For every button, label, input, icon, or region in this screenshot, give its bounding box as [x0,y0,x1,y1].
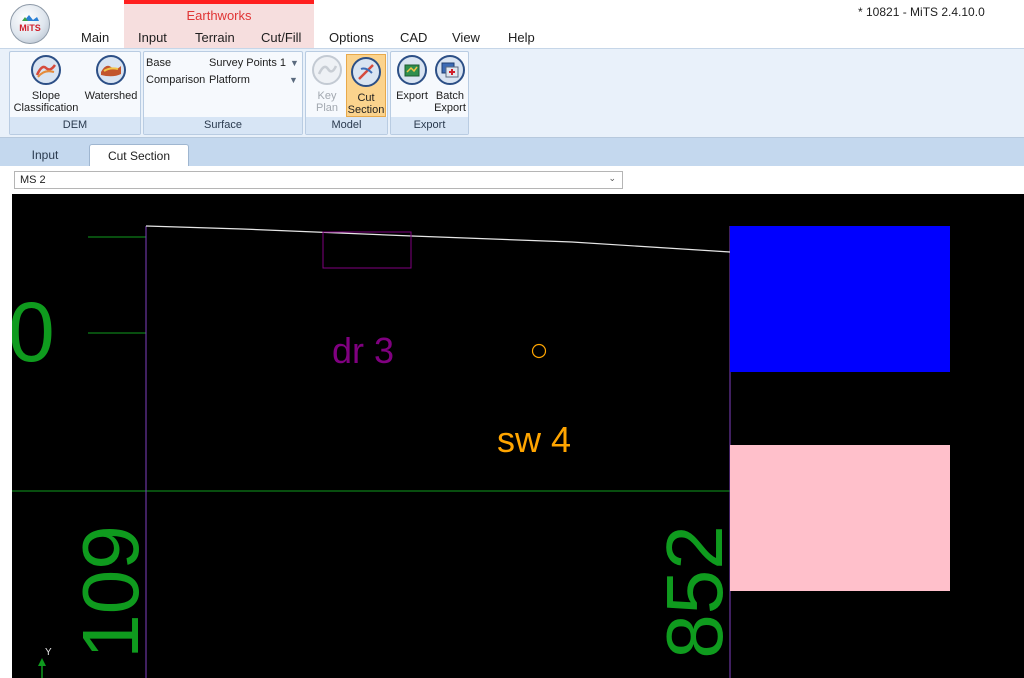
tab-options[interactable]: Options [329,30,374,45]
base-surface-dropdown[interactable]: Survey Points 1 ▼ [209,57,299,69]
logo-text: MiTS [19,23,41,33]
key-plan-line1: Key [317,90,337,102]
export-button[interactable]: Export [393,54,431,102]
batch-export-button[interactable]: Batch Export [431,54,469,114]
tab-main[interactable]: Main [81,30,109,45]
cut-section-icon [350,56,382,88]
drain-outline [322,231,412,269]
window-title: * 10821 - MiTS 2.4.10.0 [858,5,985,19]
title-bar: Earthworks MiTS Main Input Terrain Cut/F… [0,0,1024,48]
partial-elevation-label: 0 [12,285,55,379]
ribbon-group-export: Export Batch Export Export [390,51,469,135]
elevation-label-left: 109 [66,525,155,659]
key-plan-line2: Plan [315,102,339,114]
y-axis-label: Y [45,647,52,658]
export-icon [396,54,428,86]
export-label: Export [396,90,428,102]
section-canvas[interactable]: 0 dr 3 sw 4 109 852 Y [12,194,1024,678]
cut-section-line2: Section [347,104,385,116]
context-group-accent [124,0,314,4]
batch-export-icon [434,54,466,86]
slope-classification-icon [30,54,62,86]
drain-label: dr 3 [332,330,395,371]
app-menu-button[interactable]: MiTS [10,4,50,44]
slope-classification-button[interactable]: Slope Classification [11,54,81,114]
key-plan-button[interactable]: Key Plan [308,54,346,114]
export-group-label: Export [391,117,468,134]
tab-input[interactable]: Input [138,30,167,45]
pit-marker [531,343,547,359]
tab-help[interactable]: Help [508,30,535,45]
batch-export-line1: Batch [435,90,465,102]
model-group-label: Model [306,117,387,134]
key-plan-icon [311,54,343,86]
base-label: Base [146,57,172,69]
tab-cad[interactable]: CAD [400,30,427,45]
cut-section-line1: Cut [357,92,375,104]
chevron-down-icon: ▼ [290,58,299,68]
tab-cut-fill[interactable]: Cut/Fill [261,30,301,45]
doc-tab-input[interactable]: Input [12,144,78,166]
ribbon-group-surface: Base Survey Points 1 ▼ Comparison Platfor… [143,51,303,135]
dem-group-label: DEM [10,117,140,134]
section-select[interactable]: MS 2 ⌄ [14,171,623,189]
comparison-label: Comparison [146,74,206,86]
stormwater-label: sw 4 [497,419,572,460]
document-tab-strip: Input Cut Section [0,138,1024,166]
surface-group-label: Surface [144,117,302,134]
cut-section-button[interactable]: Cut Section [346,54,386,117]
batch-export-line2: Export [434,102,466,114]
comparison-surface-value: Platform [209,74,250,86]
slope-label-line2: Classification [13,102,79,114]
terrain-profile-line [145,225,731,253]
chevron-down-icon[interactable]: ▼ [289,74,298,86]
blue-legend-block [730,226,950,372]
ribbon: Slope Classification Watershed DEM Base … [0,48,1024,138]
context-group-label: Earthworks [186,8,252,23]
ribbon-group-model: Key Plan Cut Section Model [305,51,388,135]
elevation-label-right: 852 [650,525,739,659]
section-select-value: MS 2 [20,174,46,186]
watershed-label: Watershed [84,90,138,102]
section-toolbar: MS 2 ⌄ [0,166,1024,194]
slope-label-line1: Slope [31,90,61,102]
tab-terrain[interactable]: Terrain [195,30,235,45]
chevron-down-icon: ⌄ [608,173,616,183]
doc-tab-cut-section[interactable]: Cut Section [89,144,189,166]
y-axis-arrowhead [38,658,46,666]
watershed-button[interactable]: Watershed [82,54,140,102]
comparison-surface-dropdown[interactable]: Platform [209,74,250,86]
ribbon-group-dem: Slope Classification Watershed DEM [9,51,141,135]
base-surface-value: Survey Points 1 [209,57,287,69]
watershed-icon [95,54,127,86]
tab-view[interactable]: View [452,30,480,45]
mits-logo-icon: MiTS [19,15,41,33]
pink-legend-block [730,445,950,591]
